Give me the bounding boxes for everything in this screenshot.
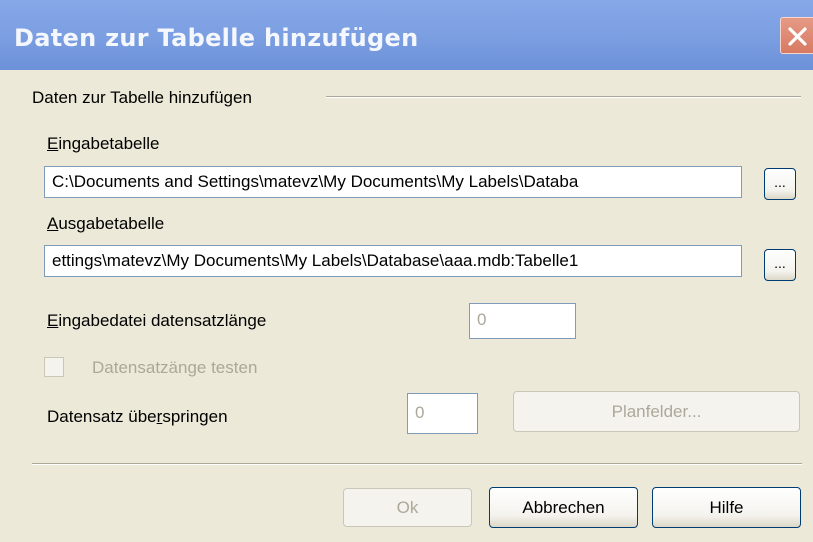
ok-button[interactable]: Ok [343, 488, 472, 527]
input-table-label-rest: ingabetabelle [58, 134, 160, 153]
help-button[interactable]: Hilfe [652, 487, 801, 528]
close-icon [788, 27, 807, 46]
title-bar[interactable]: Daten zur Tabelle hinzufügen [0, 0, 813, 70]
skip-records-field[interactable]: 0 [407, 393, 478, 434]
input-table-field[interactable]: C:\Documents and Settings\matevz\My Docu… [44, 166, 742, 198]
output-table-field[interactable]: ettings\matevz\My Documents\My Labels\Da… [44, 245, 742, 277]
cancel-button[interactable]: Abbrechen [489, 487, 638, 528]
group-divider [326, 96, 801, 98]
test-length-label: Datensatzänge testen [92, 358, 258, 377]
test-length-checkbox[interactable] [44, 357, 64, 377]
input-table-browse-button[interactable]: ... [764, 168, 796, 200]
record-length-label: Eingabedatei datensatzlänge [47, 311, 266, 331]
window-title: Daten zur Tabelle hinzufügen [14, 24, 419, 52]
input-table-label-mnemonic: E [47, 134, 59, 153]
output-table-browse-button[interactable]: ... [764, 249, 796, 281]
skip-records-label-before: Datensatz übe [47, 407, 157, 426]
input-table-label: Eingabetabelle [47, 134, 160, 154]
output-table-label-rest: usgabetabelle [58, 214, 165, 233]
output-table-label-mnemonic: A [47, 214, 59, 233]
record-length-label-mnemonic: E [47, 311, 59, 330]
output-table-label: Ausgabetabelle [47, 214, 164, 234]
skip-records-label-after: springen [162, 407, 228, 426]
record-length-label-rest: ingabedatei datensatzlänge [58, 311, 267, 330]
skip-records-label: Datensatz überspringen [47, 407, 228, 427]
footer-divider [32, 463, 802, 465]
group-label: Daten zur Tabelle hinzufügen [32, 88, 252, 107]
record-length-field[interactable]: 0 [469, 303, 576, 339]
close-button[interactable] [780, 17, 813, 54]
map-fields-button[interactable]: Planfelder... [513, 391, 800, 432]
dialog-window: Daten zur Tabelle hinzufügen Daten zur T… [0, 0, 813, 542]
